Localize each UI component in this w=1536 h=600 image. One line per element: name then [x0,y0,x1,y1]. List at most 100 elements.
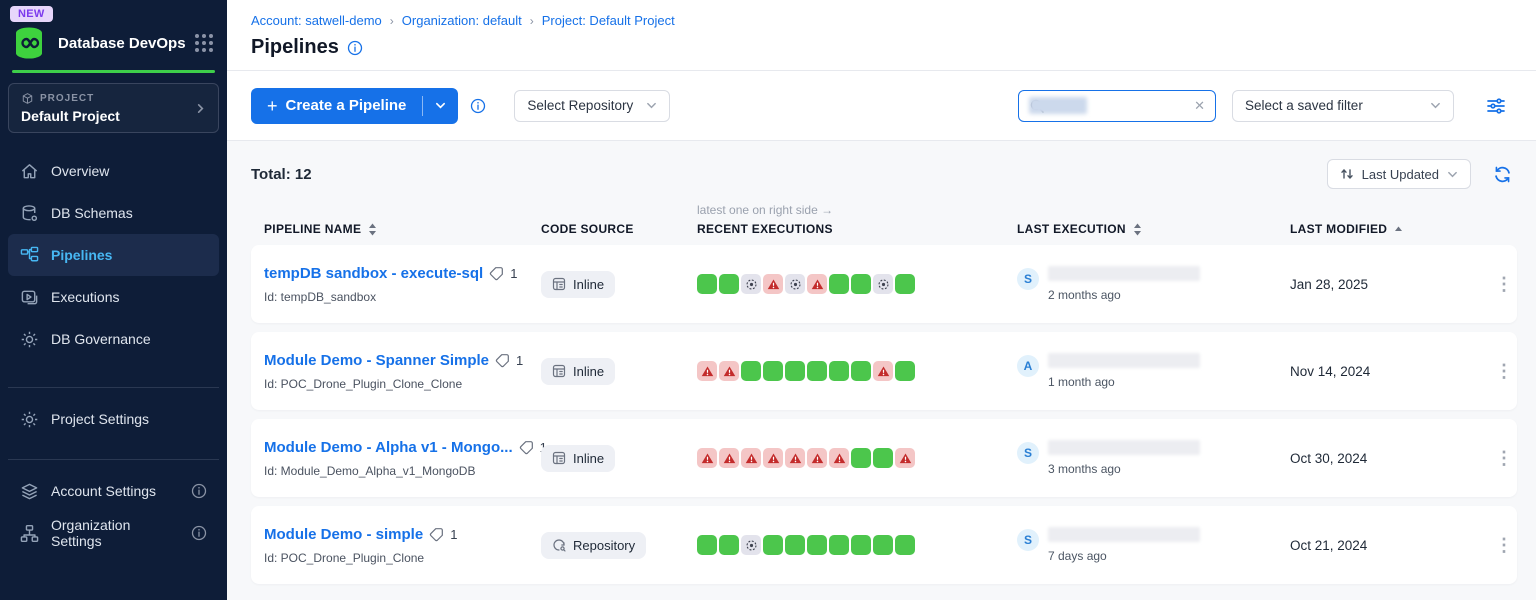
app-grid-icon[interactable] [195,34,213,52]
last-modified-date: Oct 30, 2024 [1290,451,1489,466]
sidebar-divider [8,459,219,460]
column-last-modified[interactable]: LAST MODIFIED [1290,222,1489,236]
create-pipeline-dropdown-button[interactable] [423,88,458,124]
execution-status-success[interactable] [851,274,871,294]
info-icon[interactable] [191,483,207,499]
sidebar-item-label: Project Settings [51,411,149,427]
execution-status-success[interactable] [829,274,849,294]
avatar: S [1017,529,1039,551]
select-repository-dropdown[interactable]: Select Repository [514,90,670,122]
execution-status-success[interactable] [895,535,915,555]
sidebar-item-account-settings[interactable]: Account Settings [8,470,219,512]
execution-status-error[interactable] [741,448,761,468]
pipeline-name-link[interactable]: tempDB sandbox - execute-sql [264,265,483,282]
sort-dropdown[interactable]: Last Updated [1327,159,1471,189]
recent-executions [697,535,1017,555]
code-source-badge: Inline [541,271,615,298]
execution-status-skipped[interactable] [741,535,761,555]
execution-status-success[interactable] [851,448,871,468]
refresh-icon[interactable] [1493,165,1512,184]
execution-status-success[interactable] [829,361,849,381]
breadcrumb-account-link[interactable]: Account: satwell-demo [251,13,382,28]
pipeline-name-link[interactable]: Module Demo - Alpha v1 - Mongo... [264,439,513,456]
sidebar-item-overview[interactable]: Overview [8,150,219,192]
column-pipeline-name[interactable]: PIPELINE NAME [251,222,537,236]
sidebar-item-db-governance[interactable]: DB Governance [8,318,219,360]
search-input[interactable] [1053,98,1186,113]
info-icon[interactable] [191,525,207,541]
execution-status-success[interactable] [741,361,761,381]
execution-status-success[interactable] [763,361,783,381]
app-logo-icon [10,24,48,62]
pipeline-name-link[interactable]: Module Demo - simple [264,526,423,543]
breadcrumb-project-link[interactable]: Project: Default Project [542,13,675,28]
execution-status-error[interactable] [763,274,783,294]
execution-status-error[interactable] [807,448,827,468]
execution-status-success[interactable] [719,274,739,294]
execution-status-error[interactable] [719,361,739,381]
execution-status-success[interactable] [785,361,805,381]
execution-status-success[interactable] [895,361,915,381]
sidebar-item-pipelines[interactable]: Pipelines [8,234,219,276]
sidebar-item-label: DB Schemas [51,205,133,221]
execution-status-success[interactable] [851,535,871,555]
sidebar-item-organization-settings[interactable]: Organization Settings [8,512,219,554]
plus-icon: + [267,97,278,115]
code-source-label: Inline [573,364,604,379]
filter-sliders-icon[interactable] [1486,96,1506,116]
execution-status-success[interactable] [873,535,893,555]
sidebar-item-executions[interactable]: Executions [8,276,219,318]
info-icon[interactable] [347,40,363,56]
redacted-user-name [1048,527,1200,542]
project-switcher[interactable]: PROJECT Default Project [8,83,219,133]
column-last-execution[interactable]: LAST EXECUTION [1017,222,1290,236]
execution-status-success[interactable] [873,448,893,468]
execution-status-error[interactable] [807,274,827,294]
table-header: PIPELINE NAME CODE SOURCE latest one on … [251,203,1517,245]
execution-status-error[interactable] [873,361,893,381]
execution-status-success[interactable] [785,535,805,555]
org-icon [20,524,39,543]
layers-icon [20,482,39,501]
execution-status-error[interactable] [697,448,717,468]
inline-icon [552,451,566,465]
execution-status-error[interactable] [719,448,739,468]
sidebar-divider [8,387,219,388]
execution-status-error[interactable] [785,448,805,468]
execution-status-success[interactable] [829,535,849,555]
kebab-menu-icon[interactable]: ⋮ [1489,273,1519,295]
tag-count: 1 [510,266,517,281]
info-icon[interactable] [470,98,486,114]
execution-status-success[interactable] [697,535,717,555]
execution-status-success[interactable] [697,274,717,294]
kebab-menu-icon[interactable]: ⋮ [1489,447,1519,469]
execution-status-success[interactable] [763,535,783,555]
redacted-user-name [1048,440,1200,455]
saved-filter-dropdown[interactable]: Select a saved filter [1232,90,1454,122]
execution-status-error[interactable] [895,448,915,468]
execution-status-success[interactable] [851,361,871,381]
execution-status-skipped[interactable] [873,274,893,294]
clear-search-icon[interactable]: ✕ [1194,98,1205,114]
kebab-menu-icon[interactable]: ⋮ [1489,534,1519,556]
create-pipeline-button[interactable]: + Create a Pipeline [251,97,422,115]
tag-icon [429,527,444,542]
execution-status-skipped[interactable] [741,274,761,294]
sidebar-item-db-schemas[interactable]: DB Schemas [8,192,219,234]
search-icon [1029,98,1045,114]
chevron-right-icon [195,103,206,114]
execution-status-success[interactable] [719,535,739,555]
pipeline-row: Module Demo - simple 1 Id: POC_Drone_Plu… [251,506,1517,584]
execution-status-error[interactable] [763,448,783,468]
breadcrumb-organization-link[interactable]: Organization: default [402,13,522,28]
pipeline-name-link[interactable]: Module Demo - Spanner Simple [264,352,489,369]
execution-status-skipped[interactable] [785,274,805,294]
execution-status-success[interactable] [807,535,827,555]
last-modified-date: Nov 14, 2024 [1290,364,1489,379]
sidebar-item-project-settings[interactable]: Project Settings [8,398,219,440]
execution-status-success[interactable] [895,274,915,294]
kebab-menu-icon[interactable]: ⋮ [1489,360,1519,382]
execution-status-success[interactable] [807,361,827,381]
execution-status-error[interactable] [829,448,849,468]
execution-status-error[interactable] [697,361,717,381]
